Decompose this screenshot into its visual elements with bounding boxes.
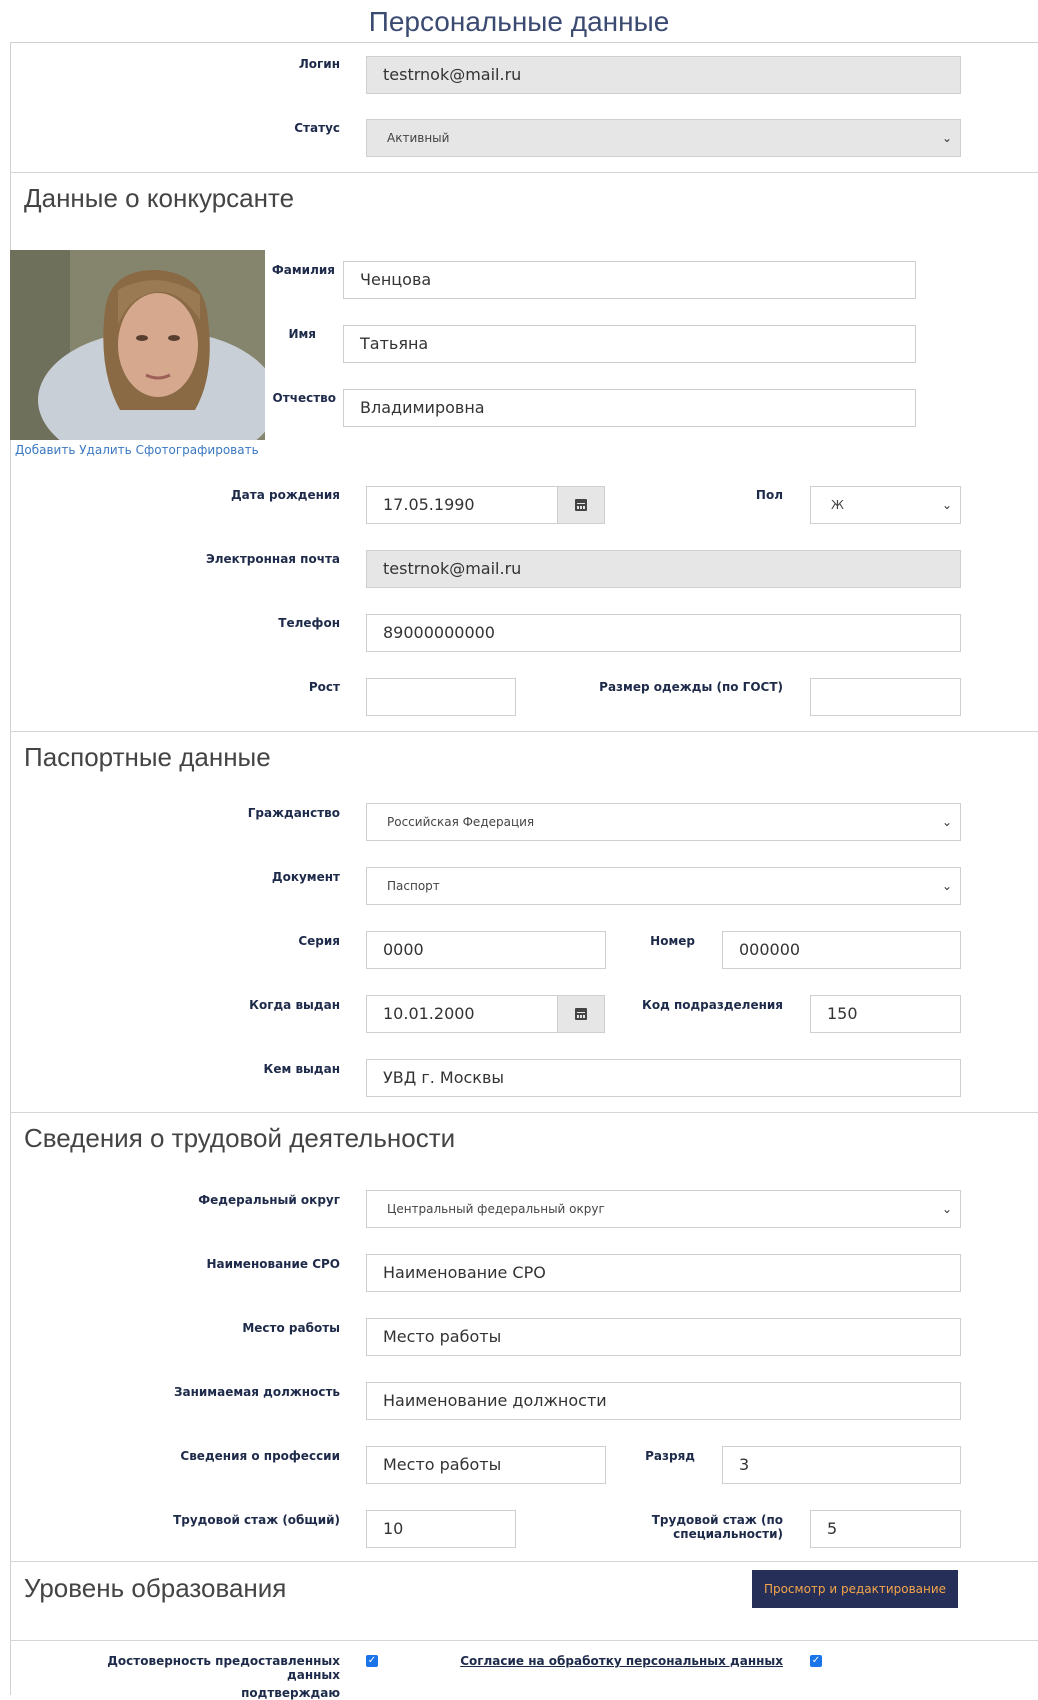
experience-specialty-label: Трудовой стаж (по специальности) bbox=[651, 1513, 783, 1541]
grade-input[interactable]: 3 bbox=[722, 1446, 961, 1484]
chevron-down-icon: ⌄ bbox=[941, 131, 952, 145]
contestant-photo bbox=[10, 250, 265, 440]
federal-district-label: Федеральный округ bbox=[198, 1193, 340, 1207]
calendar-icon bbox=[575, 1008, 587, 1020]
workplace-input[interactable]: Место работы bbox=[366, 1318, 961, 1356]
division-code-label: Код подразделения bbox=[642, 998, 783, 1012]
experience-specialty-input[interactable]: 5 bbox=[810, 1510, 961, 1548]
processing-consent-checkbox[interactable]: ✓ bbox=[810, 1655, 822, 1667]
email-input[interactable]: testrnok@mail.ru bbox=[366, 550, 961, 588]
surname-label: Фамилия bbox=[271, 263, 335, 277]
document-select[interactable]: Паспорт ⌄ bbox=[366, 867, 961, 905]
workplace-label: Место работы bbox=[242, 1321, 340, 1335]
section-education-heading: Уровень образования bbox=[24, 1573, 287, 1603]
issuer-label: Кем выдан bbox=[263, 1062, 340, 1076]
calendar-icon bbox=[575, 499, 587, 511]
phone-input[interactable]: 89000000000 bbox=[366, 614, 961, 652]
chevron-down-icon: ⌄ bbox=[941, 879, 952, 893]
number-label: Номер bbox=[650, 934, 695, 948]
section-passport-heading: Паспортные данные bbox=[24, 742, 271, 772]
birth-date-calendar-button[interactable] bbox=[557, 486, 605, 524]
section-work-heading: Сведения о трудовой деятельности bbox=[24, 1123, 456, 1153]
login-input[interactable]: testrnok@mail.ru bbox=[366, 56, 961, 94]
series-input[interactable]: 0000 bbox=[366, 931, 606, 969]
login-label: Логин bbox=[298, 57, 340, 71]
chevron-down-icon: ⌄ bbox=[941, 1202, 952, 1216]
chevron-down-icon: ⌄ bbox=[941, 815, 952, 829]
issue-date-label: Когда выдан bbox=[249, 998, 340, 1012]
experience-total-label: Трудовой стаж (общий) bbox=[173, 1513, 340, 1527]
processing-consent-link[interactable]: Согласие на обработку персональных данны… bbox=[440, 1654, 783, 1668]
federal-district-select[interactable]: Центральный федеральный округ ⌄ bbox=[366, 1190, 961, 1228]
citizenship-label: Гражданство bbox=[247, 806, 340, 820]
height-label: Рост bbox=[308, 680, 340, 694]
section-contestant-heading: Данные о конкурсанте bbox=[24, 183, 295, 213]
phone-label: Телефон bbox=[278, 616, 340, 630]
education-edit-button[interactable]: Просмотр и редактирование bbox=[752, 1570, 958, 1608]
divider bbox=[10, 731, 1038, 732]
name-input[interactable]: Татьяна bbox=[343, 325, 916, 363]
issue-date-input[interactable]: 10.01.2000 bbox=[366, 995, 558, 1033]
height-input[interactable] bbox=[366, 678, 516, 716]
surname-input[interactable]: Ченцова bbox=[343, 261, 916, 299]
citizenship-select[interactable]: Российская Федерация ⌄ bbox=[366, 803, 961, 841]
checkmark-icon: ✓ bbox=[367, 1655, 377, 1666]
gender-label: Пол bbox=[755, 488, 783, 502]
accuracy-consent-line1: Достоверность предоставленных данных bbox=[107, 1654, 340, 1682]
checkmark-icon: ✓ bbox=[811, 1655, 821, 1666]
divider bbox=[10, 1640, 1038, 1641]
grade-label: Разряд bbox=[645, 1449, 695, 1463]
profession-input[interactable]: Место работы bbox=[366, 1446, 606, 1484]
document-value: Паспорт bbox=[387, 879, 440, 893]
position-label: Занимаемая должность bbox=[173, 1385, 340, 1399]
patronymic-label: Отчество bbox=[272, 391, 336, 405]
gender-value: Ж bbox=[831, 498, 844, 512]
birth-date-label: Дата рождения bbox=[230, 488, 340, 502]
divider bbox=[10, 1112, 1038, 1113]
status-label: Статус bbox=[294, 121, 340, 135]
person-photo-image bbox=[10, 250, 265, 440]
accuracy-consent-line2: подтверждаю bbox=[241, 1686, 340, 1700]
federal-district-value: Центральный федеральный округ bbox=[387, 1202, 605, 1216]
issue-date-calendar-button[interactable] bbox=[557, 995, 605, 1033]
divider bbox=[10, 172, 1038, 173]
status-select[interactable]: Активный ⌄ bbox=[366, 119, 961, 157]
photo-actions: Добавить Удалить Сфотографировать bbox=[15, 443, 259, 457]
chevron-down-icon: ⌄ bbox=[941, 498, 952, 512]
accuracy-consent-checkbox[interactable]: ✓ bbox=[366, 1655, 378, 1667]
document-label: Документ bbox=[271, 870, 340, 884]
photo-take-link[interactable]: Сфотографировать bbox=[136, 443, 259, 457]
citizenship-value: Российская Федерация bbox=[387, 815, 535, 829]
patronymic-input[interactable]: Владимировна bbox=[343, 389, 916, 427]
position-input[interactable]: Наименование должности bbox=[366, 1382, 961, 1420]
sro-input[interactable]: Наименование СРО bbox=[366, 1254, 961, 1292]
gender-select[interactable]: Ж ⌄ bbox=[810, 486, 961, 524]
email-label: Электронная почта bbox=[205, 552, 340, 566]
status-value: Активный bbox=[387, 131, 450, 145]
issuer-input[interactable]: УВД г. Москвы bbox=[366, 1059, 961, 1097]
profession-label: Сведения о профессии bbox=[180, 1449, 340, 1463]
birth-date-input[interactable]: 17.05.1990 bbox=[366, 486, 558, 524]
clothing-size-input[interactable] bbox=[810, 678, 961, 716]
series-label: Серия bbox=[298, 934, 340, 948]
clothing-size-label: Размер одежды (по ГОСТ) bbox=[599, 680, 783, 694]
photo-add-link[interactable]: Добавить bbox=[15, 443, 75, 457]
division-code-input[interactable]: 150 bbox=[810, 995, 961, 1033]
photo-delete-link[interactable]: Удалить bbox=[79, 443, 132, 457]
name-label: Имя bbox=[288, 327, 316, 341]
experience-total-input[interactable]: 10 bbox=[366, 1510, 516, 1548]
sro-label: Наименование СРО bbox=[206, 1257, 340, 1271]
divider bbox=[10, 1561, 1038, 1562]
page-title: Персональные данные bbox=[368, 6, 670, 37]
number-input[interactable]: 000000 bbox=[722, 931, 961, 969]
accuracy-consent-label: Достоверность предоставленных данных под… bbox=[60, 1654, 340, 1700]
